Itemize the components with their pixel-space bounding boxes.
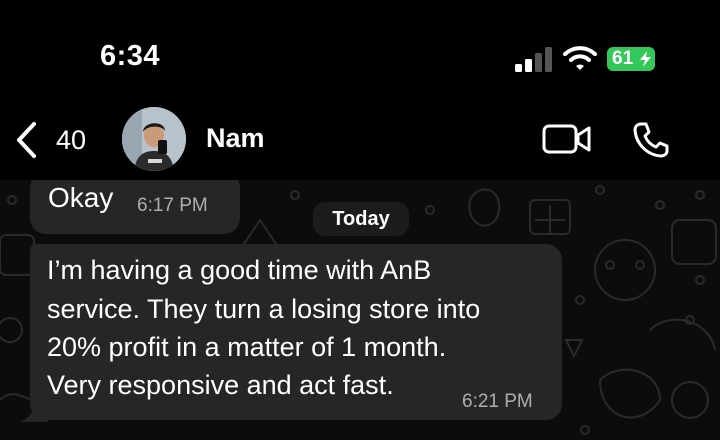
message-time: 6:21 PM	[462, 391, 533, 412]
avatar-photo	[122, 107, 186, 171]
wifi-icon	[563, 46, 597, 70]
video-call-icon[interactable]	[542, 122, 592, 156]
date-separator: Today	[313, 202, 409, 236]
date-label: Today	[332, 208, 390, 230]
phone-call-icon[interactable]	[632, 121, 670, 159]
signal-icon	[515, 47, 552, 72]
message-bubble[interactable]: I’m having a good time with AnB service.…	[30, 244, 562, 420]
chat-header: 40 Nam	[0, 100, 720, 180]
status-bar: 6:34 61	[0, 0, 720, 100]
chat-thread[interactable]: Okay 6:17 PM Today I’m having a good tim…	[0, 180, 720, 440]
message-time: 6:17 PM	[137, 195, 208, 216]
avatar[interactable]	[122, 107, 186, 171]
contact-name[interactable]: Nam	[206, 123, 265, 154]
message-text-line: Very responsive and act fast.	[47, 370, 394, 400]
chevron-left-icon	[17, 122, 36, 158]
back-button[interactable]: 40	[14, 118, 104, 162]
battery-level: 61	[612, 48, 634, 69]
message-text: Okay	[48, 182, 114, 213]
clock-time: 6:34	[100, 40, 161, 72]
charging-bolt-icon	[640, 51, 651, 67]
battery-indicator: 61	[607, 47, 655, 71]
message-text-line: I’m having a good time with AnB	[47, 255, 432, 285]
message-bubble[interactable]: Okay 6:17 PM	[30, 180, 240, 234]
message-text-line: service. They turn a losing store into	[47, 294, 481, 324]
message-text-line: 20% profit in a matter of 1 month.	[47, 332, 447, 362]
unread-count: 40	[56, 125, 87, 155]
